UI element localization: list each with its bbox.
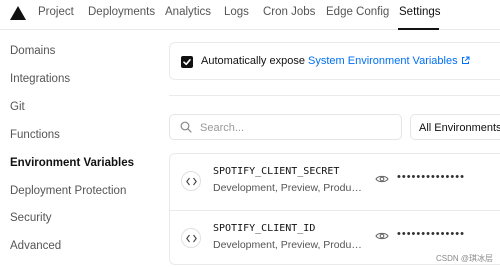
tab-cron-jobs[interactable]: Cron Jobs — [263, 6, 315, 18]
env-var-list: SPOTIFY_CLIENT_SECRET Development, Previ… — [169, 153, 500, 265]
expose-label-row: Automatically expose System Environment … — [201, 55, 470, 67]
eye-icon[interactable] — [375, 231, 389, 241]
environment-filter-label: All Environments — [419, 122, 500, 134]
top-navigation: Project Deployments Analytics Logs Cron … — [0, 0, 500, 30]
sidebar-item-security[interactable]: Security — [10, 212, 52, 224]
tab-settings[interactable]: Settings — [399, 6, 441, 18]
sidebar-item-environment-variables[interactable]: Environment Variables — [10, 157, 134, 169]
system-env-vars-link-text: System Environment Variables — [308, 55, 458, 67]
search-field[interactable] — [169, 114, 402, 140]
env-var-value-masked: •••••••••••••• — [397, 228, 465, 240]
env-var-value-masked: •••••••••••••• — [397, 171, 465, 183]
env-var-targets: Development, Preview, Production — [213, 239, 365, 251]
external-link-icon — [461, 56, 470, 64]
env-var-name: SPOTIFY_CLIENT_ID — [213, 223, 316, 234]
search-icon — [180, 121, 192, 133]
expose-label: Automatically expose — [201, 55, 305, 67]
tab-analytics[interactable]: Analytics — [165, 6, 211, 18]
sidebar-item-integrations[interactable]: Integrations — [10, 73, 70, 85]
sidebar-item-advanced[interactable]: Advanced — [10, 240, 61, 252]
checkmark-icon — [183, 58, 191, 66]
env-var-targets: Development, Preview, Production — [213, 182, 365, 194]
expose-checkbox[interactable] — [181, 56, 193, 68]
sidebar-item-functions[interactable]: Functions — [10, 129, 60, 141]
sidebar-item-deployment-protection[interactable]: Deployment Protection — [10, 185, 126, 197]
vercel-logo-icon[interactable] — [10, 6, 26, 20]
expose-system-env-card: Automatically expose System Environment … — [169, 42, 500, 80]
tab-deployments[interactable]: Deployments — [88, 6, 155, 18]
section-divider — [169, 95, 500, 96]
search-input[interactable] — [200, 119, 390, 136]
tab-edge-config[interactable]: Edge Config — [326, 6, 389, 18]
eye-icon[interactable] — [375, 174, 389, 184]
code-icon — [181, 228, 201, 248]
env-var-name: SPOTIFY_CLIENT_SECRET — [213, 166, 340, 177]
system-env-vars-link[interactable]: System Environment Variables — [308, 55, 470, 67]
code-icon — [181, 171, 201, 191]
tab-project[interactable]: Project — [38, 6, 74, 18]
watermark: CSDN @琪冰层 — [436, 254, 494, 263]
active-tab-indicator — [398, 28, 439, 30]
environment-filter-select[interactable]: All Environments — [410, 114, 500, 140]
sidebar-item-git[interactable]: Git — [10, 101, 25, 113]
env-var-row[interactable]: SPOTIFY_CLIENT_SECRET Development, Previ… — [170, 154, 500, 210]
sidebar-item-domains[interactable]: Domains — [10, 45, 55, 57]
tab-logs[interactable]: Logs — [224, 6, 249, 18]
